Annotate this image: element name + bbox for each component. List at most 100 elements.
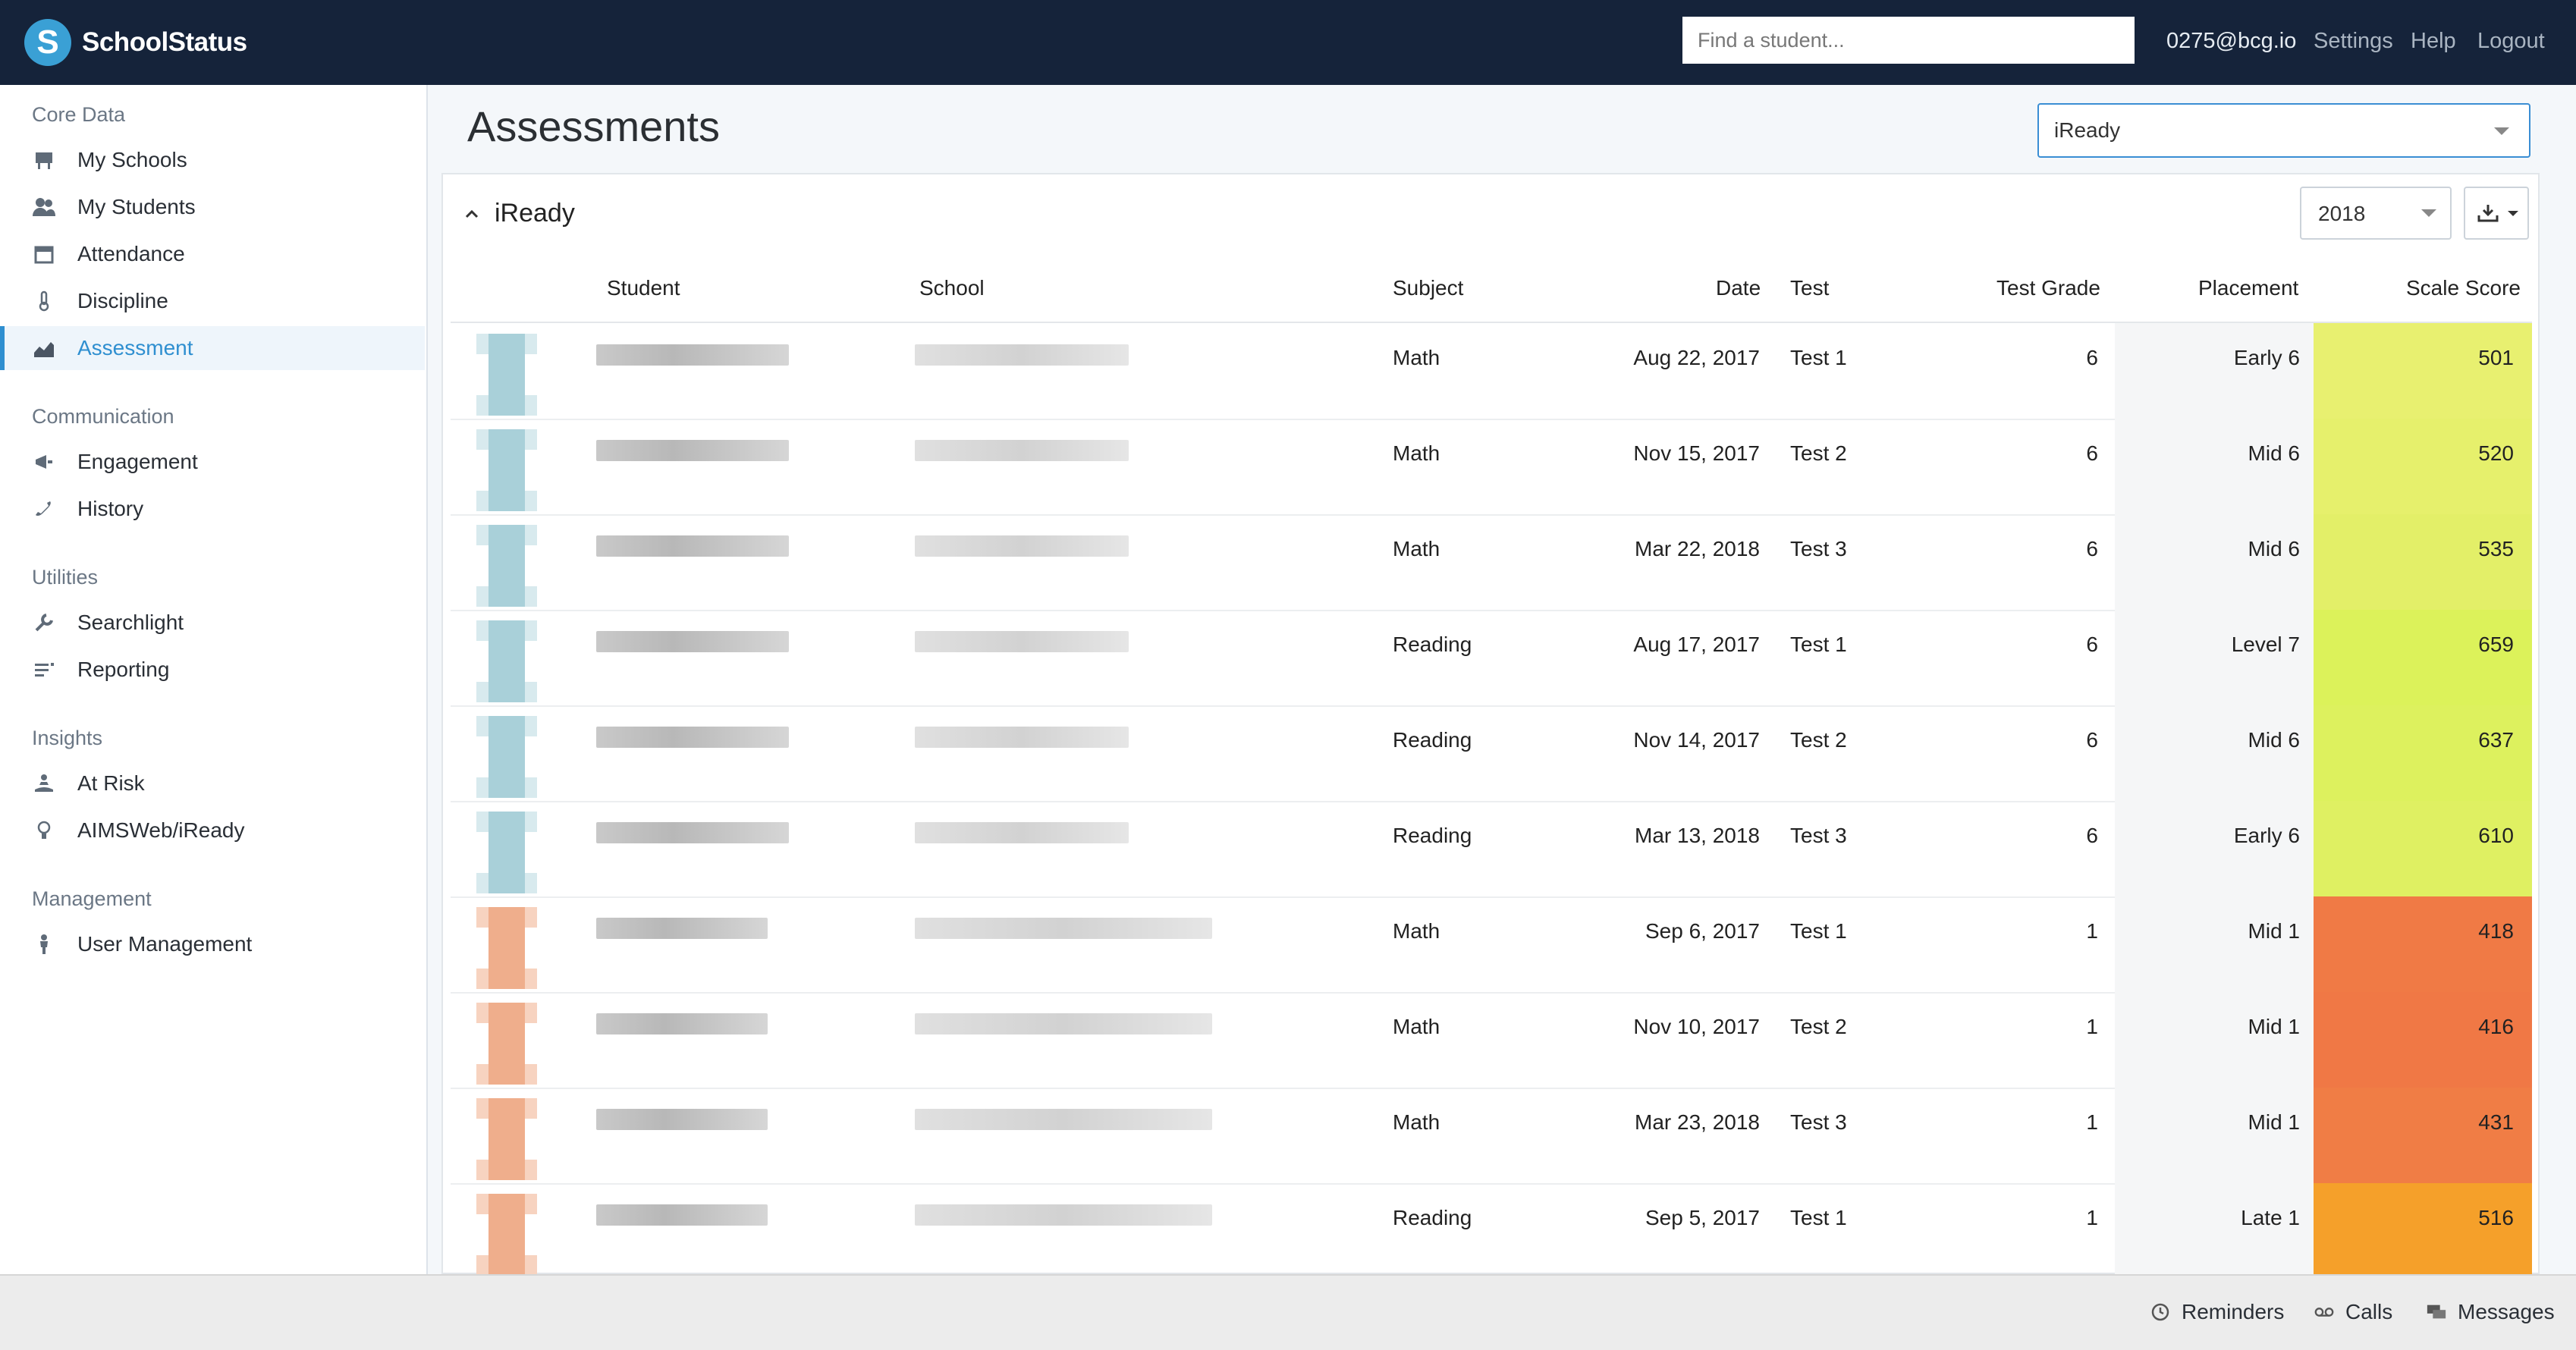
user-icon [32,932,56,956]
subject-cell: Math [1393,346,1440,369]
table-row[interactable]: Math Mar 23, 2018 Test 3 1 Mid 1 431 [451,1088,2532,1185]
sidebar-item-history[interactable]: History [0,487,425,531]
school-name-redacted [915,1013,1212,1034]
date-cell: Nov 14, 2017 [1633,728,1760,752]
table-row[interactable]: Reading Aug 17, 2017 Test 1 6 Level 7 659 [451,610,2532,707]
scale-score-cell: 610 [2478,824,2514,847]
school-name-redacted [915,1204,1212,1226]
date-cell: Mar 22, 2018 [1635,537,1760,560]
column-header-scale-score[interactable]: Scale Score [2406,276,2521,300]
messages-button[interactable]: Messages [2426,1300,2555,1324]
student-name-redacted[interactable] [596,631,789,652]
settings-link[interactable]: Settings [2314,29,2393,54]
score-cell-bg [2314,1088,2532,1183]
sidebar-item-my-students[interactable]: My Students [0,185,425,229]
chevron-down-icon [2494,127,2509,135]
student-name-redacted[interactable] [596,535,789,557]
students-icon [32,195,56,219]
messages-label: Messages [2458,1300,2555,1323]
app-logo[interactable]: S SchoolStatus [24,18,247,67]
export-button[interactable] [2464,187,2529,240]
column-header-test-grade[interactable]: Test Grade [1996,276,2100,300]
sidebar-item-label: Searchlight [77,611,184,634]
school-name-redacted [915,631,1129,652]
column-header-student[interactable]: Student [607,276,680,300]
column-header-placement[interactable]: Placement [2198,276,2298,300]
sidebar-item-searchlight[interactable]: Searchlight [0,601,425,645]
score-cell-bg [2314,323,2532,419]
table-row[interactable]: Reading Mar 13, 2018 Test 3 6 Early 6 610 [451,801,2532,898]
year-select[interactable]: 2018 [2300,187,2452,240]
student-name-redacted[interactable] [596,344,789,366]
help-link[interactable]: Help [2411,29,2456,54]
placement-cell-bg [2115,896,2314,992]
student-avatar [476,620,537,702]
person-icon [32,771,56,796]
sidebar-item-at-risk[interactable]: At Risk [0,761,425,805]
column-header-test[interactable]: Test [1790,276,1829,300]
sidebar-item-my-schools[interactable]: My Schools [0,138,425,182]
student-name-redacted[interactable] [596,1013,768,1034]
sidebar-item-reporting[interactable]: Reporting [0,648,425,692]
student-name-redacted[interactable] [596,1109,768,1130]
placement-cell-bg [2115,323,2314,419]
placement-cell: Early 6 [2233,824,2300,847]
table-row[interactable]: Reading Nov 14, 2017 Test 2 6 Mid 6 637 [451,705,2532,802]
table-row[interactable]: Math Nov 10, 2017 Test 2 1 Mid 1 416 [451,992,2532,1089]
test-grade-cell: 1 [2086,1110,2098,1134]
student-name-redacted[interactable] [596,727,789,748]
student-avatar [476,1194,537,1276]
calls-button[interactable]: Calls [2314,1300,2392,1324]
assessment-select-value: iReady [2054,118,2121,142]
student-search-input[interactable] [1682,17,2135,64]
test-cell: Test 1 [1790,633,1847,656]
test-grade-cell: 6 [2086,346,2098,369]
column-header-subject[interactable]: Subject [1393,276,1463,300]
column-header-date[interactable]: Date [1716,276,1761,300]
table-row[interactable]: Math Mar 22, 2018 Test 3 6 Mid 6 535 [451,514,2532,611]
user-email[interactable]: 0275@bcg.io [2166,29,2296,54]
placement-cell-bg [2115,1183,2314,1279]
placement-cell: Level 7 [2231,633,2300,656]
sidebar-item-discipline[interactable]: Discipline [0,279,425,323]
calls-label: Calls [2345,1300,2393,1323]
school-name-redacted [915,918,1212,939]
table-row[interactable]: Reading Sep 5, 2017 Test 1 1 Late 1 516 [451,1183,2532,1280]
reminders-button[interactable]: Reminders [2150,1300,2284,1324]
test-grade-cell: 6 [2086,633,2098,656]
student-name-redacted[interactable] [596,1204,768,1226]
table-row[interactable]: Math Nov 15, 2017 Test 2 6 Mid 6 520 [451,419,2532,516]
subject-cell: Reading [1393,1206,1472,1229]
table-row[interactable]: Math Sep 6, 2017 Test 1 1 Mid 1 418 [451,896,2532,994]
column-header-school[interactable]: School [919,276,985,300]
table-row[interactable]: Math Aug 22, 2017 Test 1 6 Early 6 501 [451,323,2532,420]
student-name-redacted[interactable] [596,822,789,843]
lightbulb-icon [32,818,56,843]
logout-link[interactable]: Logout [2477,29,2545,54]
sidebar-item-assessment[interactable]: Assessment [0,326,425,370]
date-cell: Sep 6, 2017 [1645,919,1760,943]
school-name-redacted [915,535,1129,557]
subject-cell: Reading [1393,728,1472,752]
test-cell: Test 3 [1790,1110,1847,1134]
student-avatar [476,907,537,989]
subject-cell: Math [1393,441,1440,465]
subject-cell: Math [1393,1110,1440,1134]
test-cell: Test 1 [1790,1206,1847,1229]
date-cell: Nov 10, 2017 [1633,1015,1760,1038]
student-name-redacted[interactable] [596,918,768,939]
sidebar-item-attendance[interactable]: Attendance [0,232,425,276]
sidebar-item-user-management[interactable]: User Management [0,922,425,966]
placement-cell-bg [2115,705,2314,801]
test-grade-cell: 6 [2086,824,2098,847]
sidebar-item-label: My Students [77,195,196,218]
sidebar-item-aimsweb-iready[interactable]: AIMSWeb/iReady [0,808,425,852]
assessment-select[interactable]: iReady [2037,103,2530,158]
test-cell: Test 2 [1790,1015,1847,1038]
student-name-redacted[interactable] [596,440,789,461]
sidebar-item-label: Discipline [77,289,168,312]
scale-score-cell: 520 [2478,441,2514,465]
placement-cell: Early 6 [2233,346,2300,369]
sidebar-item-engagement[interactable]: Engagement [0,440,425,484]
chevron-up-icon[interactable] [463,205,481,223]
